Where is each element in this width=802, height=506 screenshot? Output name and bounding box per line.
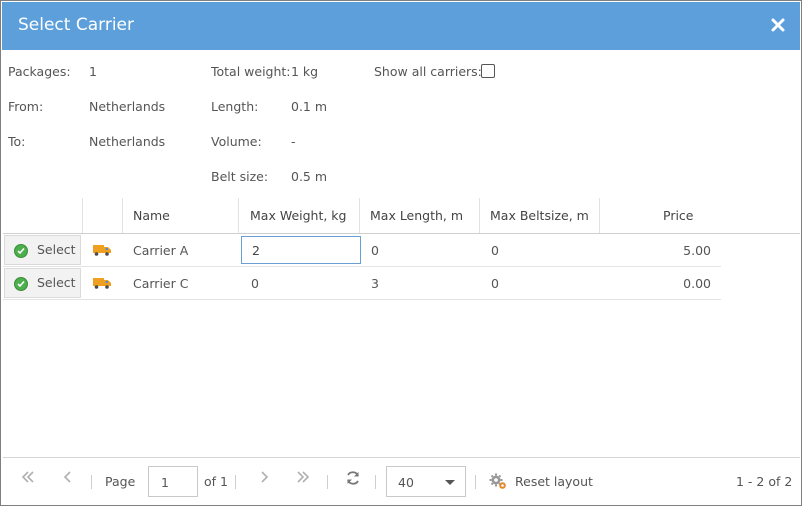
show-all-carriers-checkbox[interactable]	[481, 64, 495, 78]
prev-page-icon[interactable]	[61, 470, 75, 488]
from-value: Netherlands	[89, 99, 166, 114]
page-number-input[interactable]: 1	[148, 466, 198, 497]
max-weight-value: 0	[251, 276, 259, 291]
total-weight-label: Total weight:	[211, 64, 291, 79]
pager-divider	[375, 475, 376, 489]
settings-gear-icon[interactable]	[489, 472, 507, 494]
to-label: To:	[8, 134, 26, 149]
header-select-col	[3, 198, 83, 234]
check-circle-icon	[14, 244, 28, 258]
page-label: Page	[105, 474, 136, 489]
carrier-name: Carrier A	[133, 243, 189, 258]
max-beltsize-value: 0	[491, 243, 499, 258]
packages-label: Packages:	[8, 64, 71, 79]
page-number-value: 1	[161, 475, 169, 490]
reset-layout-button[interactable]: Reset layout	[515, 474, 593, 489]
pager-divider	[91, 475, 92, 489]
max-weight-value: 2	[252, 243, 260, 258]
max-length-value: 0	[371, 243, 379, 258]
header-max-weight[interactable]: Max Weight, kg	[239, 198, 360, 234]
pager-divider	[475, 475, 476, 489]
total-weight-value: 1 kg	[291, 64, 319, 79]
check-circle-icon	[14, 277, 28, 291]
page-count-label: of 1	[204, 474, 228, 489]
select-button-label: Select	[37, 242, 76, 257]
header-name-label: Name	[133, 208, 170, 223]
dialog-title: Select Carrier	[18, 15, 134, 35]
first-page-icon[interactable]	[21, 470, 35, 488]
chevron-down-icon	[445, 480, 455, 485]
header-max-beltsize[interactable]: Max Beltsize, m	[480, 198, 600, 234]
price-value: 0.00	[683, 276, 711, 291]
max-beltsize-value: 0	[491, 276, 499, 291]
pager-divider	[235, 475, 236, 489]
last-page-icon[interactable]	[296, 470, 310, 488]
belt-size-value: 0.5 m	[291, 169, 328, 184]
to-value: Netherlands	[89, 134, 166, 149]
next-page-icon[interactable]	[257, 470, 271, 488]
volume-value: -	[291, 134, 296, 149]
length-value: 0.1 m	[291, 99, 328, 114]
header-max-beltsize-label: Max Beltsize, m	[490, 208, 589, 223]
refresh-icon[interactable]	[345, 470, 361, 490]
carrier-name: Carrier C	[133, 276, 189, 291]
header-max-weight-label: Max Weight, kg	[250, 208, 347, 223]
length-label: Length:	[211, 99, 259, 114]
header-icon-col	[83, 198, 123, 234]
pager-divider	[327, 475, 328, 489]
price-value: 5.00	[683, 243, 711, 258]
page-size-value: 40	[398, 475, 414, 490]
close-icon[interactable]	[770, 17, 786, 33]
page-size-select[interactable]: 40	[386, 466, 466, 497]
header-price-label: Price	[663, 208, 694, 223]
packages-value: 1	[89, 64, 97, 79]
dialog-titlebar: Select Carrier	[2, 2, 800, 50]
header-max-length-label: Max Length, m	[370, 208, 464, 223]
record-range-label: 1 - 2 of 2	[736, 474, 793, 489]
belt-size-label: Belt size:	[211, 169, 269, 184]
truck-icon	[93, 277, 111, 289]
volume-label: Volume:	[211, 134, 262, 149]
table-row: Select Carrier A 2 0 0 5.00	[3, 234, 721, 267]
table-row: Select Carrier C 0 3 0 0.00	[3, 267, 721, 300]
pager: Page 1 of 1 40 Reset layout 1 - 2 of 2	[3, 457, 800, 505]
from-label: From:	[8, 99, 44, 114]
header-price[interactable]: Price	[600, 198, 800, 234]
select-button[interactable]: Select	[4, 268, 81, 298]
truck-icon	[93, 244, 111, 256]
select-button-label: Select	[37, 275, 76, 290]
select-carrier-dialog: Select Carrier Packages: 1 From: Netherl…	[0, 0, 802, 506]
header-name[interactable]: Name	[123, 198, 239, 234]
max-weight-edit-input[interactable]: 2	[241, 236, 361, 264]
select-button[interactable]: Select	[4, 235, 81, 265]
header-max-length[interactable]: Max Length, m	[360, 198, 480, 234]
max-length-value: 3	[371, 276, 379, 291]
show-all-carriers-label: Show all carriers:	[374, 64, 482, 79]
